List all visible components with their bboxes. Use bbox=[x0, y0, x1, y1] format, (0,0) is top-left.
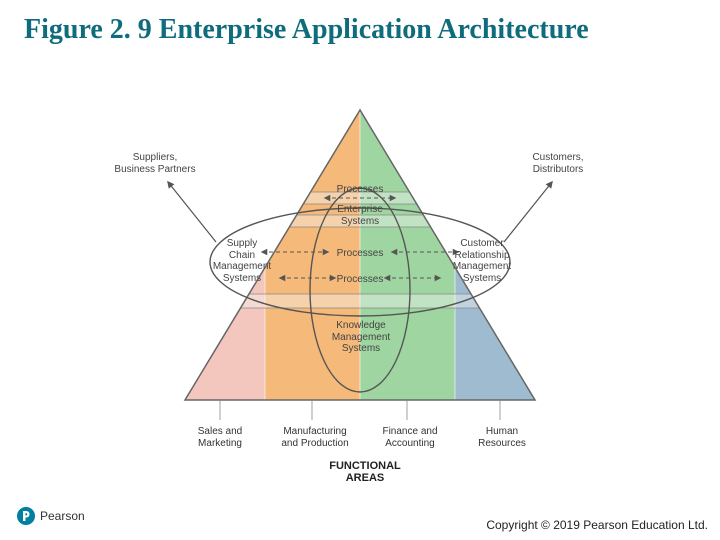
label-crm: CustomerRelationshipManagementSystems bbox=[443, 238, 521, 284]
label-customers: Customers,Distributors bbox=[518, 152, 598, 175]
page-title: Figure 2. 9 Enterprise Application Archi… bbox=[0, 0, 720, 46]
col-sales-marketing: Sales andMarketing bbox=[180, 426, 260, 449]
functional-areas-label: FUNCTIONALAREAS bbox=[320, 460, 410, 484]
label-processes-low: Processes bbox=[332, 274, 388, 286]
col-hr: HumanResources bbox=[462, 426, 542, 449]
label-processes-top: Processes bbox=[332, 184, 388, 196]
publisher-name: Pearson bbox=[40, 509, 85, 523]
diagram-stage: Suppliers,Business Partners Customers,Di… bbox=[130, 100, 590, 500]
col-finance: Finance andAccounting bbox=[370, 426, 450, 449]
label-processes-mid: Processes bbox=[332, 248, 388, 260]
copyright-text: Copyright © 2019 Pearson Education Ltd. bbox=[486, 518, 708, 532]
label-scm: SupplyChainManagementSystems bbox=[206, 238, 278, 284]
col-manufacturing: Manufacturingand Production bbox=[270, 426, 360, 449]
label-suppliers: Suppliers,Business Partners bbox=[110, 152, 200, 175]
publisher-logo: Pearson bbox=[16, 505, 96, 532]
label-enterprise: EnterpriseSystems bbox=[330, 204, 390, 227]
label-kms: KnowledgeManagementSystems bbox=[326, 320, 396, 355]
